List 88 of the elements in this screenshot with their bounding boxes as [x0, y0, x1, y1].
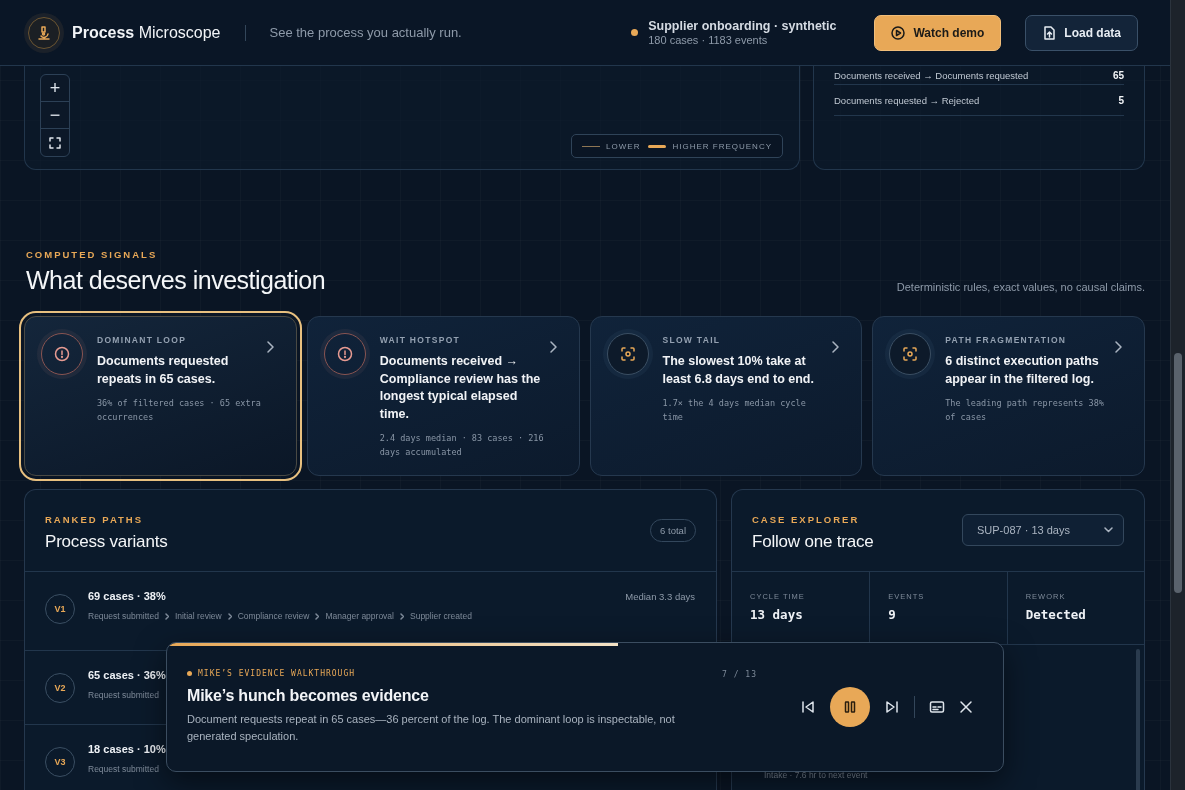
transition-count: 5 [1118, 94, 1124, 106]
step-label: Request submitted [88, 611, 159, 621]
signal-label: PATH FRAGMENTATION [945, 335, 1068, 345]
step-label: Compliance review [237, 611, 310, 621]
file-upload-icon [1042, 25, 1057, 40]
signal-card[interactable]: SLOW TAIL The slowest 10% take at least 6.8 days end to end. 1.7× the 4 days median cycle time [589, 316, 863, 476]
section-eyebrow: COMPUTED SIGNALS [26, 249, 159, 260]
stat-value: 9 [888, 607, 897, 622]
panel-eyebrow: CASE EXPLORER [752, 514, 861, 525]
signal-card[interactable]: WAIT HOTSPOT Documents received → Compliance review has the longest typical elapsed time. 2.4 days median · 83 cases · 216 days accumulated [306, 316, 580, 476]
median-label: Median 3.3 days [625, 591, 695, 602]
expand-icon [49, 136, 61, 149]
step-label: Supplier created [410, 611, 472, 621]
timeline-scrollbar[interactable] [1136, 649, 1140, 790]
section-title: What deserves investigation [26, 266, 326, 295]
previous-button[interactable] [800, 699, 816, 715]
signal-label: WAIT HOTSPOT [379, 335, 462, 345]
chevron-right-icon [227, 612, 232, 620]
transition-label: Documents requested → Rejected [834, 94, 980, 106]
thin-line-swatch [582, 145, 601, 147]
signal-detail: The leading path represents 38% of cases [945, 397, 1105, 424]
variant-summary: 18 cases · 10% [88, 743, 166, 755]
variant-summary: 65 cases · 36% [88, 669, 166, 681]
signal-card[interactable]: PATH FRAGMENTATION 6 distinct execution paths appear in the filtered log. The leading path represents 38% of cases [872, 316, 1145, 476]
chevron-right-icon [548, 341, 557, 353]
status-dot [187, 671, 192, 676]
stat-value: Detected [1025, 607, 1087, 622]
signal-label: SLOW TAIL [662, 335, 722, 345]
signal-detail: 1.7× the 4 days median cycle time [662, 397, 807, 424]
signal-detail: 36% of filtered cases · 65 extra occurrences [97, 397, 262, 424]
tagline: See the process you actually run. [269, 25, 462, 40]
timeline-note: Intake · 7.6 hr to next event [764, 770, 868, 780]
chevron-right-icon [1114, 341, 1122, 353]
brand-name: Process Microscope [72, 23, 221, 42]
pause-icon [842, 699, 858, 715]
signal-headline: 6 distinct execution paths appear in the filtered log. [945, 353, 1100, 388]
close-icon [959, 700, 973, 714]
signal-headline: Documents requested repeats in 65 cases. [97, 353, 230, 388]
chevron-right-icon [265, 341, 274, 353]
case-select[interactable]: SUP-087 · 13 days [962, 514, 1124, 546]
step-label: Request submitted [88, 764, 159, 774]
step-label: Initial review [174, 611, 222, 621]
variant-summary: 69 cases · 38% [88, 590, 167, 602]
thick-line-swatch [648, 144, 667, 148]
dataset-stats: 180 cases · 1183 events [648, 34, 769, 46]
pause-button[interactable] [830, 687, 870, 727]
stat-value: 13 days [750, 607, 804, 622]
scrollbar-thumb[interactable] [1174, 353, 1182, 593]
captions-icon [929, 699, 945, 715]
skip-back-icon [800, 699, 816, 715]
chevron-right-icon [164, 612, 169, 620]
step-counter: 7 / 13 [722, 670, 757, 679]
play-icon [891, 25, 906, 40]
walkthrough-eyebrow: MIKE’S EVIDENCE WALKTHROUGH [198, 669, 356, 678]
legend-label: HIGHER FREQUENCY [672, 141, 772, 151]
legend-label: LOWER [606, 141, 641, 151]
walkthrough-title: Mike’s hunch becomes evidence [187, 687, 430, 705]
signal-label: DOMINANT LOOP [97, 335, 188, 345]
captions-button[interactable] [929, 699, 945, 715]
chevron-down-icon [1104, 527, 1113, 533]
focus-icon [902, 346, 919, 362]
watch-demo-button[interactable]: Watch demo [874, 14, 1002, 51]
alert-icon [54, 346, 70, 362]
signal-headline: The slowest 10% take at least 6.8 days end to end. [662, 353, 815, 388]
case-select-value: SUP-087 · 13 days [977, 524, 1070, 536]
chevron-right-icon [400, 612, 404, 620]
zoom-in-button[interactable]: + [41, 75, 69, 102]
signal-headline: Documents received → Compliance review has the longest typical elapsed time. [379, 353, 542, 423]
walkthrough-text: Document requests repeat in 65 cases—36 percent of the log. The dominant loop is inspectable, not generated speculation. [187, 712, 676, 744]
chevron-right-icon [831, 341, 840, 353]
alert-icon [336, 346, 353, 362]
signal-detail: 2.4 days median · 83 cases · 216 days accumulated [379, 432, 545, 459]
skip-forward-icon [884, 699, 900, 715]
zoom-out-button[interactable]: − [41, 102, 69, 129]
panel-eyebrow: RANKED PATHS [45, 514, 145, 525]
load-data-button[interactable]: Load data [1025, 14, 1138, 51]
section-note: Deterministic rules, exact values, no causal claims. [896, 281, 1145, 293]
step-label: Request submitted [88, 690, 159, 700]
panel-title: Follow one trace [752, 532, 874, 552]
step-label: Manager approval [325, 611, 394, 621]
panel-title: Process variants [45, 532, 168, 552]
transition-count: 65 [1112, 69, 1124, 81]
next-button[interactable] [884, 699, 900, 715]
focus-icon [619, 346, 636, 362]
dataset-title: Supplier onboarding · synthetic [648, 19, 837, 33]
close-button[interactable] [959, 700, 973, 714]
transition-label: Documents received → Documents requested [834, 69, 1029, 81]
chevron-right-icon [315, 612, 320, 620]
